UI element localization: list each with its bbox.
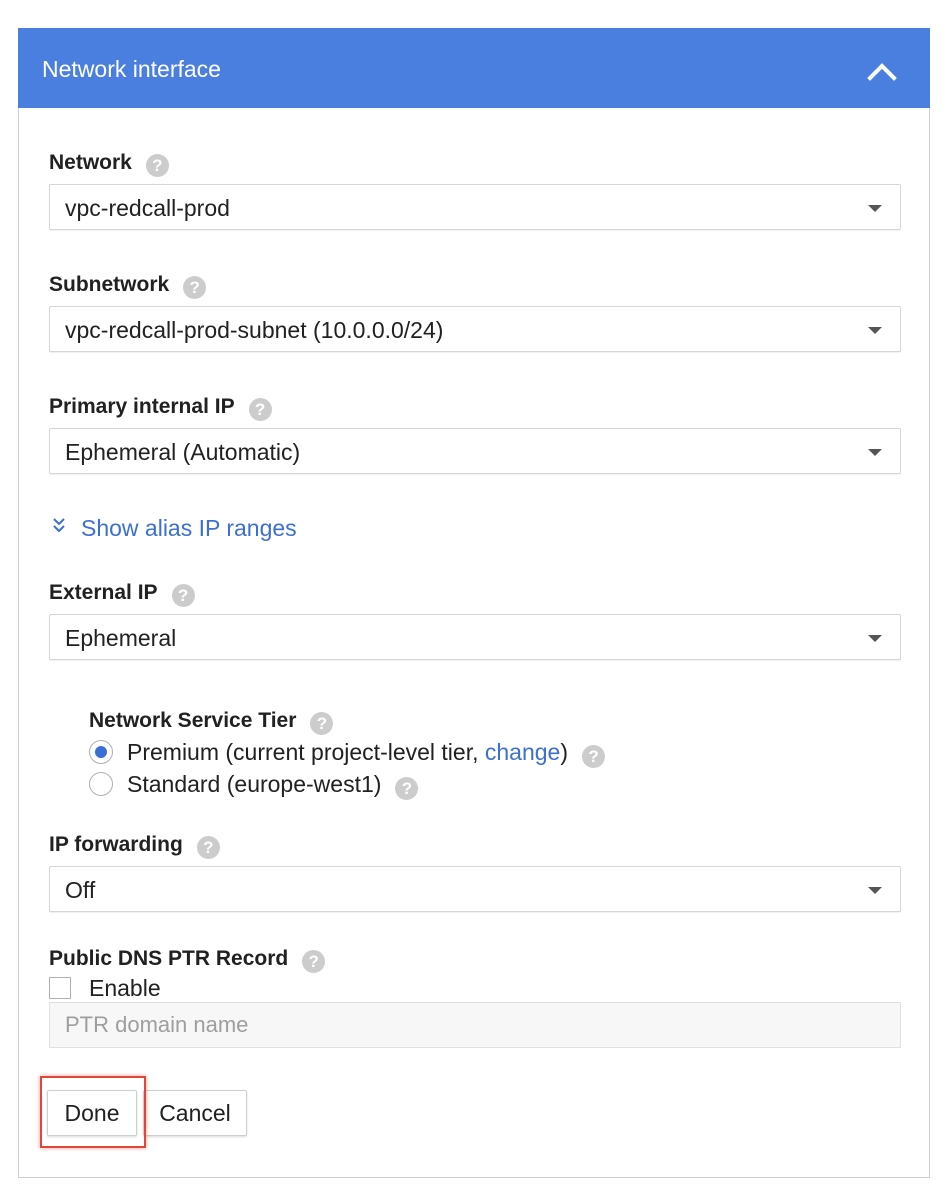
ptr-enable-option[interactable]: Enable bbox=[49, 974, 161, 1002]
done-highlight-box bbox=[40, 1076, 146, 1148]
dropdown-arrow-icon bbox=[868, 635, 882, 642]
external-ip-value: Ephemeral bbox=[65, 625, 177, 651]
network-select[interactable]: vpc-redcall-prod bbox=[49, 184, 901, 230]
help-icon[interactable]: ? bbox=[310, 712, 334, 735]
ip-forwarding-select[interactable]: Off bbox=[49, 866, 901, 912]
ptr-domain-input[interactable] bbox=[49, 1002, 901, 1048]
ip-forwarding-label: IP forwarding? bbox=[49, 832, 220, 859]
enable-label: Enable bbox=[89, 975, 161, 1001]
dropdown-arrow-icon bbox=[868, 327, 882, 334]
panel-title: Network interface bbox=[42, 56, 221, 82]
dropdown-arrow-icon bbox=[868, 205, 882, 212]
dropdown-arrow-icon bbox=[868, 887, 882, 894]
primary-ip-value: Ephemeral (Automatic) bbox=[65, 439, 301, 465]
help-icon[interactable]: ? bbox=[302, 950, 326, 973]
primary-ip-label: Primary internal IP? bbox=[49, 394, 272, 421]
chevron-up-icon[interactable] bbox=[862, 52, 902, 86]
standard-radio[interactable] bbox=[89, 772, 113, 796]
ip-forwarding-value: Off bbox=[65, 877, 96, 903]
help-icon[interactable]: ? bbox=[395, 777, 419, 800]
tier-standard-option[interactable]: Standard (europe-west1)? bbox=[89, 770, 419, 800]
double-chevron-down-icon bbox=[51, 512, 67, 540]
network-interface-panel: Network interface Network? vpc-redcall-p… bbox=[18, 28, 930, 1178]
network-service-tier-label: Network Service Tier? bbox=[89, 708, 334, 735]
primary-ip-select[interactable]: Ephemeral (Automatic) bbox=[49, 428, 901, 474]
external-ip-label: External IP? bbox=[49, 580, 195, 607]
premium-radio[interactable] bbox=[89, 740, 113, 764]
tier-premium-option[interactable]: Premium (current project-level tier, cha… bbox=[89, 738, 606, 768]
show-alias-ip-ranges-text: Show alias IP ranges bbox=[81, 515, 297, 541]
help-icon[interactable]: ? bbox=[582, 745, 606, 768]
help-icon[interactable]: ? bbox=[183, 276, 207, 299]
panel-header[interactable]: Network interface bbox=[18, 28, 930, 108]
subnetwork-select[interactable]: vpc-redcall-prod-subnet (10.0.0.0/24) bbox=[49, 306, 901, 352]
subnetwork-label: Subnetwork? bbox=[49, 272, 207, 299]
network-label: Network? bbox=[49, 150, 169, 177]
ptr-record-label: Public DNS PTR Record? bbox=[49, 946, 326, 973]
cancel-button[interactable]: Cancel bbox=[143, 1090, 247, 1136]
dropdown-arrow-icon bbox=[868, 449, 882, 456]
change-tier-link[interactable]: change bbox=[485, 739, 560, 765]
help-icon[interactable]: ? bbox=[196, 836, 220, 859]
external-ip-select[interactable]: Ephemeral bbox=[49, 614, 901, 660]
show-alias-ip-ranges-link[interactable]: Show alias IP ranges bbox=[51, 512, 297, 542]
help-icon[interactable]: ? bbox=[145, 154, 169, 177]
help-icon[interactable]: ? bbox=[248, 398, 272, 421]
enable-checkbox[interactable] bbox=[49, 977, 71, 999]
network-value: vpc-redcall-prod bbox=[65, 195, 230, 221]
subnetwork-value: vpc-redcall-prod-subnet (10.0.0.0/24) bbox=[65, 317, 444, 343]
help-icon[interactable]: ? bbox=[171, 584, 195, 607]
